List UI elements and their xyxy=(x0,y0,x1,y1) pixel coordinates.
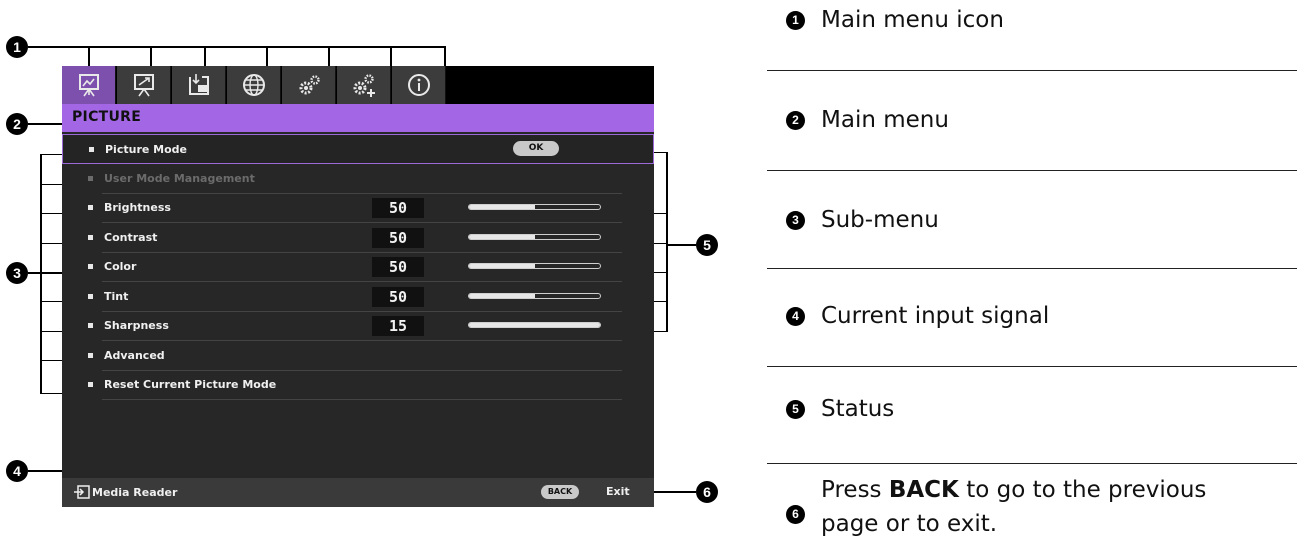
bullet xyxy=(89,147,94,152)
advanced-settings-icon xyxy=(353,74,375,97)
tint-value: 50 xyxy=(372,287,424,307)
legend-badge-5: 5 xyxy=(786,400,805,419)
legend-divider xyxy=(767,70,1297,71)
bullet xyxy=(88,205,93,210)
slider-fill xyxy=(469,294,535,298)
settings-gears-icon xyxy=(299,75,320,95)
bullet xyxy=(88,353,93,358)
color-value: 50 xyxy=(372,257,424,277)
bullet xyxy=(88,294,93,299)
tab-language[interactable] xyxy=(227,66,281,104)
callout-badge-5: 5 xyxy=(696,234,718,256)
row-separator xyxy=(102,399,622,400)
legend-text-2: Main menu xyxy=(821,107,949,133)
input-source-icon xyxy=(188,74,209,95)
main-menu-tab-bar xyxy=(62,66,654,104)
menu-item-label: User Mode Management xyxy=(104,172,255,185)
exit-label: Exit xyxy=(606,485,630,498)
menu-item-label: Advanced xyxy=(104,349,165,362)
tab-advanced-setup[interactable] xyxy=(337,66,391,104)
input-source-icon xyxy=(74,485,90,499)
legend-text-6: Press BACK to go to the previous xyxy=(821,474,1206,506)
info-icon xyxy=(407,74,430,96)
legend-text-5: Status xyxy=(821,396,895,422)
menu-title: PICTURE xyxy=(72,109,142,125)
legend-text-4: Current input signal xyxy=(821,303,1050,329)
menu-item-brightness[interactable]: Brightness 50 xyxy=(62,193,654,223)
legend-text-1: Main menu icon xyxy=(821,7,1004,33)
slider-fill xyxy=(469,235,535,239)
callout-badge-2: 2 xyxy=(6,113,28,135)
menu-item-picture-mode[interactable]: Picture Mode OK xyxy=(62,134,654,164)
tab-display[interactable] xyxy=(117,66,171,104)
legend-badge-2: 2 xyxy=(786,111,805,130)
legend-badge-1: 1 xyxy=(786,11,805,30)
legend-text-6-bold: BACK xyxy=(888,477,959,503)
tab-information[interactable] xyxy=(392,66,446,104)
menu-item-label: Brightness xyxy=(104,201,171,214)
bullet xyxy=(88,176,93,181)
legend-divider xyxy=(767,268,1297,269)
slider-fill xyxy=(469,264,535,268)
main-menu-title-bar: PICTURE xyxy=(62,104,654,132)
slider-fill xyxy=(469,323,600,327)
globe-icon xyxy=(242,74,265,96)
legend-text-6-line2: page or to exit. xyxy=(821,511,998,537)
bullet xyxy=(88,264,93,269)
back-button[interactable]: BACK xyxy=(541,485,579,499)
menu-item-label: Picture Mode xyxy=(105,143,187,156)
menu-item-label: Tint xyxy=(104,290,129,303)
callout-badge-1: 1 xyxy=(6,36,28,58)
menu-item-advanced[interactable]: Advanced xyxy=(62,341,654,371)
sub-menu-list: Picture Mode OK User Mode Management Bri… xyxy=(62,132,654,478)
tint-slider[interactable] xyxy=(468,293,601,299)
legend-text-6-suffix: to go to the previous xyxy=(958,477,1207,503)
legend-divider xyxy=(767,463,1297,464)
menu-item-label: Contrast xyxy=(104,231,158,244)
bullet xyxy=(88,235,93,240)
color-slider[interactable] xyxy=(468,263,601,269)
legend-badge-6: 6 xyxy=(786,505,805,524)
contrast-value: 50 xyxy=(372,228,424,248)
menu-item-tint[interactable]: Tint 50 xyxy=(62,282,654,312)
contrast-slider[interactable] xyxy=(468,234,601,240)
menu-item-color[interactable]: Color 50 xyxy=(62,252,654,282)
tab-system-setup[interactable] xyxy=(282,66,336,104)
bullet xyxy=(88,323,93,328)
legend-divider xyxy=(767,366,1297,367)
osd-menu-screen: PICTURE Picture Mode OK User Mode Manage… xyxy=(62,66,654,507)
ok-button[interactable]: OK xyxy=(513,141,559,156)
callout-badge-4: 4 xyxy=(6,460,28,482)
callout-badge-3: 3 xyxy=(6,262,28,284)
status-bar: Media Reader BACK Exit xyxy=(62,478,654,507)
picture-presentation-icon xyxy=(78,74,99,97)
legend-badge-3: 3 xyxy=(786,211,805,230)
menu-item-label: Reset Current Picture Mode xyxy=(104,378,277,391)
current-input-signal: Media Reader xyxy=(92,486,178,499)
legend: 1 Main menu icon 2 Main menu 3 Sub-menu … xyxy=(767,0,1297,555)
sharpness-slider[interactable] xyxy=(468,322,601,328)
legend-badge-4: 4 xyxy=(786,307,805,326)
slider-fill xyxy=(469,205,535,209)
brightness-slider[interactable] xyxy=(468,204,601,210)
bullet xyxy=(88,382,93,387)
sharpness-value: 15 xyxy=(372,316,424,336)
menu-item-label: Sharpness xyxy=(104,319,169,332)
menu-item-reset-current-picture-mode[interactable]: Reset Current Picture Mode xyxy=(62,370,654,400)
legend-text-6-prefix: Press xyxy=(821,477,889,503)
legend-divider xyxy=(767,170,1297,171)
diagram-stage: 1 2 3 4 5 6 PICTURE Picture Mode OK User… xyxy=(0,0,1297,555)
menu-item-label: Color xyxy=(104,260,137,273)
legend-text-3: Sub-menu xyxy=(821,207,939,233)
display-adjust-icon xyxy=(133,74,154,97)
tab-picture[interactable] xyxy=(62,66,116,104)
brightness-value: 50 xyxy=(372,198,424,218)
menu-item-sharpness[interactable]: Sharpness 15 xyxy=(62,311,654,341)
callout-badge-6: 6 xyxy=(696,481,718,503)
tab-input[interactable] xyxy=(172,66,226,104)
menu-item-user-mode-management: User Mode Management xyxy=(62,164,654,194)
menu-item-contrast[interactable]: Contrast 50 xyxy=(62,223,654,253)
